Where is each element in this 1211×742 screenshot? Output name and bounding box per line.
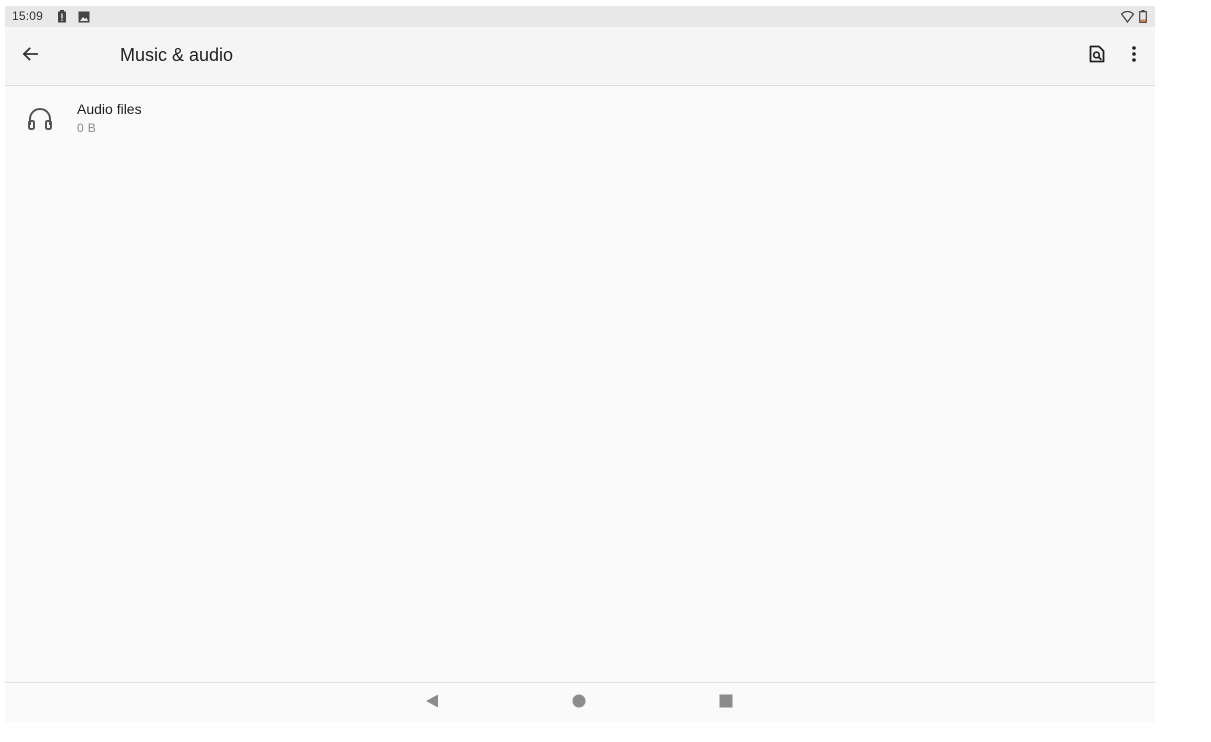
- image-icon: [78, 10, 90, 28]
- nav-recents-button[interactable]: [714, 691, 738, 715]
- recents-square-icon: [719, 694, 733, 713]
- status-time: 15:09: [12, 9, 44, 23]
- nav-back-button[interactable]: [420, 691, 444, 715]
- file-search-icon: [1089, 45, 1105, 68]
- status-bar: 15:09: [5, 6, 1155, 27]
- nav-home-button[interactable]: [567, 691, 591, 715]
- battery-alert-icon: [57, 10, 67, 28]
- page-title: Music & audio: [120, 45, 234, 65]
- more-options-button[interactable]: [1114, 36, 1154, 76]
- home-circle-icon: [572, 694, 586, 713]
- back-button[interactable]: [10, 36, 50, 76]
- arrow-back-icon: [21, 45, 39, 68]
- device-screen: 15:09 Music & audio Audio files 0 B: [5, 6, 1155, 722]
- search-files-button[interactable]: [1077, 36, 1117, 76]
- battery-icon: [1139, 10, 1147, 28]
- back-triangle-icon: [425, 694, 439, 713]
- list-item-audio-files[interactable]: Audio files 0 B: [5, 86, 1155, 150]
- list-item-size: 0 B: [77, 121, 97, 135]
- list-item-title: Audio files: [77, 101, 142, 117]
- headphones-icon: [25, 104, 55, 134]
- app-bar: Music & audio: [5, 27, 1155, 86]
- wifi-icon: [1120, 10, 1135, 28]
- navigation-bar: [5, 682, 1155, 722]
- more-vert-icon: [1131, 45, 1137, 68]
